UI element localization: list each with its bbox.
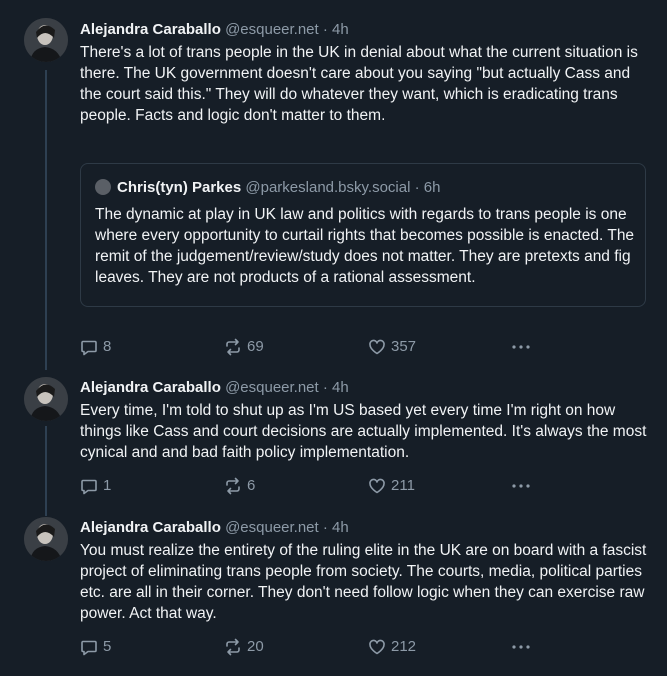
repost-button[interactable]: 6 [224,476,255,496]
post[interactable]: Alejandra Caraballo @esqueer.net · 4h Th… [0,0,667,370]
quote-avatar [95,179,111,195]
separator-dot: · [414,179,420,196]
more-icon [512,345,530,349]
like-button[interactable]: 212 [368,637,416,657]
quote-post[interactable]: Chris(tyn) Parkes @parkesland.bsky.socia… [80,163,646,307]
avatar[interactable] [24,18,68,62]
post[interactable]: Alejandra Caraballo @esqueer.net · 4h Yo… [0,510,667,676]
repost-icon [226,477,240,495]
reply-count: 5 [103,638,112,655]
post-actions: 1 6 211 [80,476,540,496]
repost-icon [226,638,240,656]
timestamp[interactable]: 4h [332,379,349,396]
post-text: You must realize the entirety of the rul… [80,542,647,622]
avatar-image [24,377,68,421]
avatar-image [24,517,68,561]
reply-icon [81,340,97,356]
quote-author-name: Chris(tyn) Parkes [117,179,242,196]
post-actions: 8 69 357 [80,337,540,357]
like-count: 212 [391,638,417,655]
like-count: 211 [391,477,415,494]
repost-button[interactable]: 69 [224,337,264,357]
reply-count: 8 [103,338,112,355]
reply-button[interactable]: 8 [80,337,111,357]
more-button[interactable] [510,476,532,496]
like-button[interactable]: 211 [368,476,415,496]
like-icon [369,339,385,355]
author-name[interactable]: Alejandra Caraballo [80,379,221,396]
quote-author-handle: @parkesland.bsky.social [245,179,411,196]
post-actions: 5 20 212 [80,637,540,657]
timestamp[interactable]: 4h [332,21,349,38]
avatar[interactable] [24,517,68,561]
post-header: Alejandra Caraballo @esqueer.net · 4h [80,20,349,40]
post-text: Every time, I'm told to shut up as I'm U… [80,402,647,461]
author-name[interactable]: Alejandra Caraballo [80,21,221,38]
repost-count: 69 [247,338,264,355]
reply-icon [81,479,97,495]
reply-button[interactable]: 5 [80,637,111,657]
avatar[interactable] [24,377,68,421]
repost-count: 6 [247,477,256,494]
repost-icon [226,338,240,356]
quote-text: The dynamic at play in UK law and politi… [95,206,635,286]
more-button[interactable] [510,637,532,657]
avatar-image [24,18,68,62]
post-header: Alejandra Caraballo @esqueer.net · 4h [80,518,349,538]
reply-button[interactable]: 1 [80,476,111,496]
post-text: There's a lot of trans people in the UK … [80,44,638,124]
more-icon [512,645,530,649]
separator-dot: · [322,21,328,38]
timestamp[interactable]: 4h [332,519,349,536]
reply-count: 1 [103,477,112,494]
post[interactable]: Alejandra Caraballo @esqueer.net · 4h Ev… [0,370,667,510]
quote-timestamp: 6h [423,179,441,196]
separator-dot: · [322,519,328,536]
repost-button[interactable]: 20 [224,637,264,657]
separator-dot: · [322,379,328,396]
like-icon [369,639,385,655]
author-name[interactable]: Alejandra Caraballo [80,519,221,536]
like-button[interactable]: 357 [368,337,416,357]
author-handle[interactable]: @esqueer.net [225,379,319,396]
like-icon [369,478,385,494]
more-icon [512,484,530,488]
post-header: Alejandra Caraballo @esqueer.net · 4h [80,378,349,398]
more-button[interactable] [510,337,532,357]
author-handle[interactable]: @esqueer.net [225,519,319,536]
reply-icon [81,640,97,656]
like-count: 357 [391,338,417,355]
quote-header: Chris(tyn) Parkes @parkesland.bsky.socia… [95,178,440,198]
author-handle[interactable]: @esqueer.net [225,21,319,38]
repost-count: 20 [247,638,264,655]
